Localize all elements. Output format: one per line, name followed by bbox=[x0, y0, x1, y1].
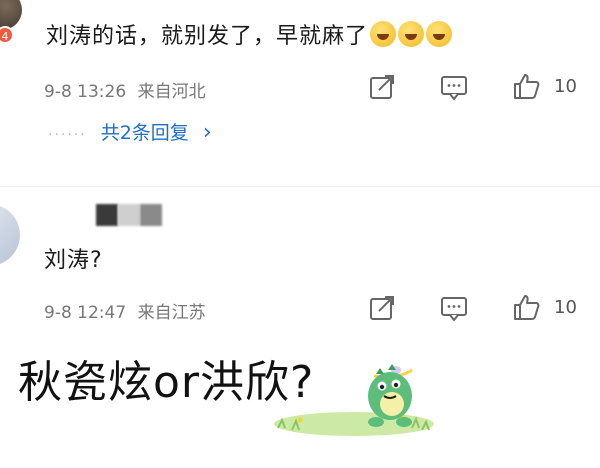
dinosaur-sticker bbox=[274, 364, 434, 436]
comment-icon[interactable] bbox=[440, 73, 468, 101]
comment-text: 刘涛? bbox=[44, 248, 103, 273]
divider bbox=[0, 186, 600, 187]
username-redacted bbox=[96, 204, 118, 226]
like-icon[interactable] bbox=[512, 293, 540, 321]
share-icon[interactable] bbox=[368, 294, 396, 322]
username-redacted bbox=[140, 204, 162, 226]
replies-dots: ······ bbox=[48, 127, 87, 143]
comment-location: 来自江苏 bbox=[137, 303, 206, 323]
comment-text: 刘涛的话，就别发了，早就麻了 bbox=[46, 18, 453, 50]
comment-meta: 9-8 12:47 来自江苏 bbox=[44, 298, 206, 323]
comment-icon[interactable] bbox=[440, 294, 468, 322]
avatar-badge: 4 bbox=[0, 26, 14, 44]
overlay-caption: 秋瓷炫or洪欣? bbox=[18, 357, 315, 408]
laugh-cry-emoji bbox=[426, 21, 453, 47]
like-icon[interactable] bbox=[512, 72, 540, 100]
username-redacted bbox=[118, 204, 140, 226]
commenter-avatar[interactable] bbox=[0, 204, 20, 266]
laugh-cry-emoji bbox=[398, 21, 425, 47]
like-count: 10 bbox=[554, 297, 577, 318]
laugh-cry-emoji bbox=[370, 21, 397, 47]
comment-meta: 9-8 13:26 来自河北 bbox=[44, 77, 206, 102]
comment-body: 刘涛的话，就别发了，早就麻了 bbox=[46, 24, 369, 49]
comment-date: 9-8 12:47 bbox=[44, 303, 127, 323]
replies-label: 共2条回复 bbox=[100, 122, 189, 144]
share-icon[interactable] bbox=[368, 73, 396, 101]
view-replies-link[interactable]: ······ 共2条回复 › bbox=[48, 118, 212, 145]
comment-location: 来自河北 bbox=[137, 82, 206, 102]
comment-date: 9-8 13:26 bbox=[44, 82, 127, 102]
chevron-right-icon: › bbox=[202, 120, 212, 145]
like-count: 10 bbox=[554, 76, 577, 97]
